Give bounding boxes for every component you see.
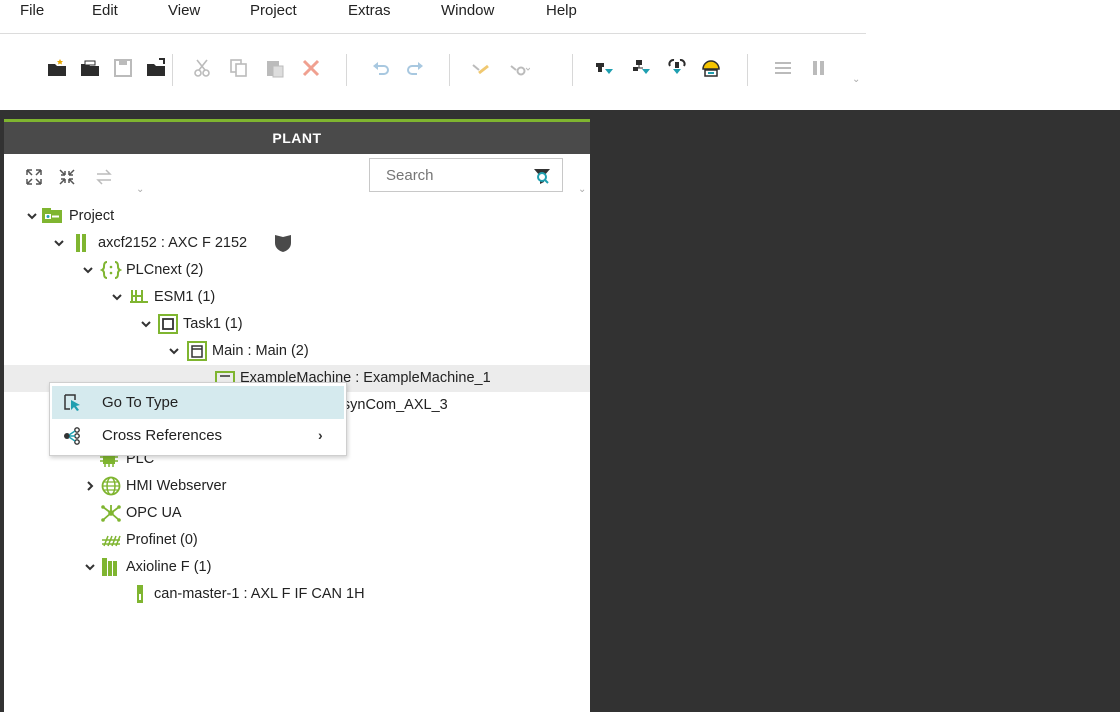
chevron-down-icon[interactable] [168,344,180,356]
chevron-down-icon[interactable] [82,263,94,275]
plcnext-icon [99,260,123,280]
tree-item-controller[interactable]: axcf2152 : AXC F 2152 [4,230,590,257]
chevron-down-icon[interactable] [53,236,65,248]
profinet-icon [100,530,122,550]
tree-item-label: Task1 (1) [183,316,243,332]
search-filter-icon[interactable] [532,166,552,186]
debug-icon[interactable] [630,57,652,79]
expand-all-icon[interactable] [24,167,44,187]
tree-item-label: PLCnext (2) [126,262,204,278]
menu-help[interactable]: Help [546,2,577,19]
panel-toolbar: ⌄ ⌄ [4,154,590,202]
tree-item-can-master[interactable]: can-master-1 : AXL F IF CAN 1H [4,581,590,608]
cut-icon[interactable] [192,57,214,79]
context-menu: Go To Type Cross References › [49,382,347,456]
collapse-all-icon[interactable] [57,167,77,187]
toolbar-separator [172,54,173,86]
tree-item-label: can-master-1 : AXL F IF CAN 1H [154,586,365,602]
toolbar-separator [346,54,347,86]
paste-icon[interactable] [264,57,286,79]
list-icon[interactable] [772,57,794,79]
program-instance-icon [186,341,208,361]
tree-item-label: HMI Webserver [126,478,227,494]
menu-view[interactable]: View [168,2,200,19]
search-input[interactable] [370,159,520,191]
tree-item-project[interactable]: Project [4,203,590,230]
tree-item-profinet[interactable]: Profinet (0) [4,527,590,554]
search-box[interactable] [369,158,563,192]
tree-item-task1[interactable]: Task1 (1) [4,311,590,338]
project-folder-icon [41,206,63,226]
module-icon [130,584,152,604]
menu-edit[interactable]: Edit [92,2,118,19]
tree-item-main[interactable]: Main : Main (2) [4,338,590,365]
toolbar-overflow-icon[interactable]: ⌄ [852,74,860,85]
controller-icon [72,233,94,253]
toolbar: ⌄ [0,34,1120,110]
tree-icon[interactable] [666,57,688,79]
connect-icon[interactable] [508,57,530,79]
tree-item-esm1[interactable]: ESM1 (1) [4,284,590,311]
chevron-down-icon[interactable] [26,209,38,221]
cross-references-icon [62,426,84,446]
safety-icon[interactable] [700,57,722,79]
context-menu-go-to-type[interactable]: Go To Type [52,386,344,419]
chevron-down-icon[interactable] [140,317,152,329]
axioline-icon [100,557,122,577]
tree-item-label: ESM1 (1) [154,289,216,305]
save-as-icon[interactable] [145,57,167,79]
undo-icon[interactable] [370,57,392,79]
menu-file[interactable]: File [20,2,44,19]
open-project-icon[interactable] [79,57,101,79]
tree-item-opc-ua[interactable]: OPC UA [4,500,590,527]
context-menu-cross-references[interactable]: Cross References › [52,419,344,452]
context-menu-label: Go To Type [102,394,179,411]
sync-selection-icon[interactable] [94,167,114,187]
tree-item-label: Main : Main (2) [212,343,309,359]
pause-icon[interactable] [808,57,830,79]
go-to-type-icon [62,393,84,413]
task-icon [157,314,179,334]
menu-extras[interactable]: Extras [348,2,391,19]
toolbar-separator [449,54,450,86]
network-icon [100,503,122,523]
panel-tools-overflow-icon[interactable]: ⌄ [136,184,144,195]
tree-item-label: Axioline F (1) [126,559,212,575]
online-icon[interactable] [594,57,616,79]
tree-item-label: OPC UA [126,505,182,521]
redo-icon[interactable] [404,57,426,79]
context-menu-label: Cross References [102,427,223,444]
search-overflow-icon[interactable]: ⌄ [578,184,586,195]
new-project-icon[interactable] [46,57,68,79]
esm-icon [128,287,150,307]
menu-project[interactable]: Project [250,2,297,19]
tree-item-label: axcf2152 : AXC F 2152 [98,235,248,251]
chevron-down-icon[interactable] [84,560,96,572]
tree-item-hmi-webserver[interactable]: HMI Webserver [4,473,590,500]
copy-icon[interactable] [228,57,250,79]
panel-title: PLANT [4,122,590,154]
menu-window[interactable]: Window [441,2,494,19]
toolbar-separator [747,54,748,86]
chevron-right-icon[interactable] [84,479,96,491]
chevron-down-icon[interactable] [111,290,123,302]
save-icon[interactable] [112,57,134,79]
tree-item-axioline[interactable]: Axioline F (1) [4,554,590,581]
shield-icon [272,233,294,253]
submenu-arrow-icon: › [318,427,323,443]
globe-icon [100,476,122,496]
tree-item-label: Profinet (0) [126,532,198,548]
tree-item-plcnext[interactable]: PLCnext (2) [4,257,590,284]
write-and-start-icon[interactable] [470,57,492,79]
delete-icon[interactable] [300,57,322,79]
toolbar-separator [572,54,573,86]
menu-bar: File Edit View Project Extras Window Hel… [0,0,866,34]
tree-item-label: Project [69,208,115,224]
